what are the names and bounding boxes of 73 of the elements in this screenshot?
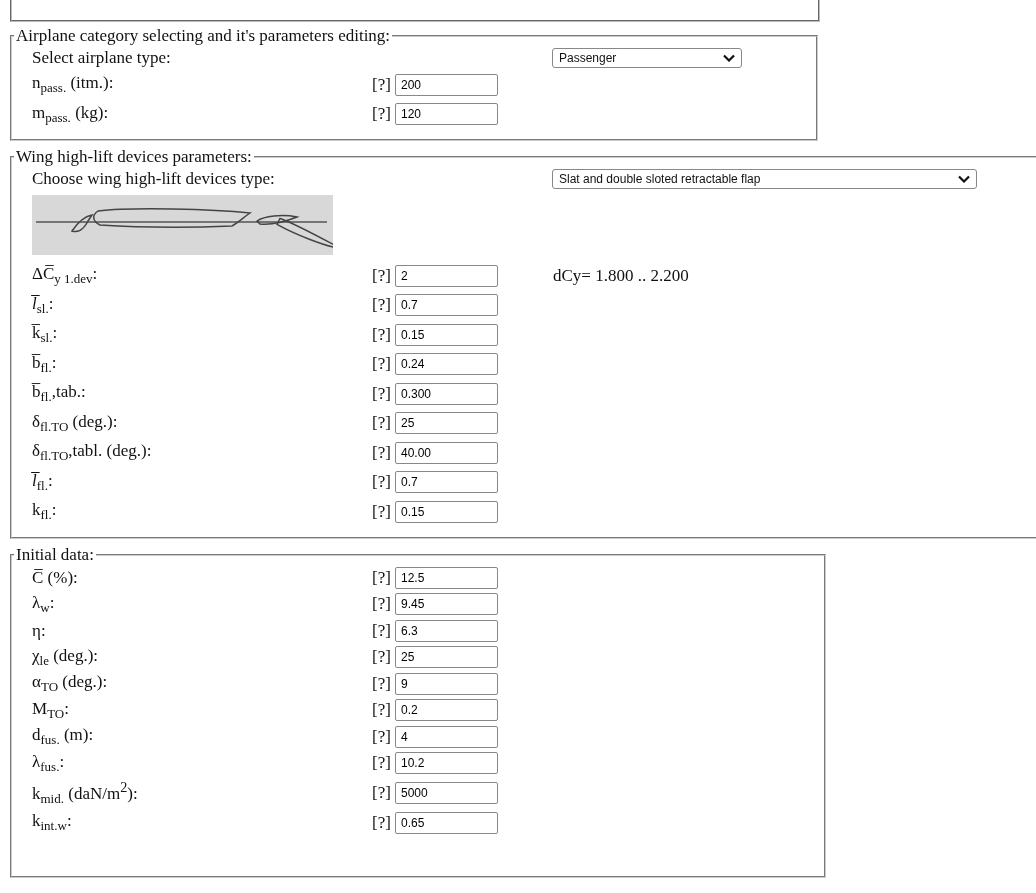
field-label: ΔC̅$_{y 1.dev}$: [32,264,99,288]
input-field[interactable]: 0.300 [395,382,498,405]
input-field[interactable]: 9.45 [395,593,498,616]
help-link[interactable]: [?] [372,567,395,588]
field-label: δ$_{fl.TO}$,tabl. (deg.): [32,441,153,465]
input-field[interactable]: 4 [395,725,498,748]
field-label: b̅$_{fl.}$: [32,352,58,376]
field-label: l̅$_{fl.}$: [32,470,54,494]
caret-icon [958,175,970,183]
help-link[interactable]: [?] [372,700,395,721]
field-label: b̅$_{fl.}$,tab.: [32,382,87,406]
help-link[interactable]: [?] [372,620,395,641]
field-label: χ$_{le}$ (deg.): [32,645,100,669]
field-label: k$_{fl.}$: [32,500,58,524]
input-field[interactable]: 2 [395,264,498,287]
help-link[interactable]: [?] [372,812,395,833]
panel-title: Wing high-lift devices parameters: [15,147,253,167]
field-label: Select airplane type: [32,48,172,68]
field-label: δ$_{fl.TO}$ (deg.): [32,411,119,435]
input-field[interactable]: 10.2 [395,752,498,775]
help-link[interactable]: [?] [372,673,395,694]
help-link[interactable]: [?] [372,726,395,747]
help-link[interactable]: [?] [372,104,395,125]
input-field[interactable]: 0.7 [395,294,498,317]
field-label: C̅ (%): [32,567,79,588]
input-field[interactable]: 9 [395,672,498,695]
dropdown[interactable]: Passenger [552,48,742,68]
panel-title: Initial data: [15,544,95,565]
help-link[interactable]: [?] [372,354,395,375]
field-label: Choose wing high-lift devices type: [32,169,276,189]
panel-title: Airplane category selecting and it's parameters editing: [15,26,392,46]
input-field[interactable]: 0.15 [395,323,498,346]
field-label: n$_{pass.}$ (itm.): [32,73,115,97]
field-label: λ$_{fus.}$: [32,751,66,775]
field-label: λ$_{w}$: [32,592,56,616]
help-link[interactable]: [?] [372,501,395,522]
field-label: m$_{pass.}$ (kg): [32,102,110,126]
field-label: k$_{int.w}$: [32,811,73,835]
input-field[interactable]: 5000 [395,782,498,804]
help-link[interactable]: [?] [372,783,395,803]
help-link[interactable]: [?] [372,295,395,316]
help-link[interactable]: [?] [372,265,395,286]
input-field[interactable]: 40.00 [395,441,498,464]
field-label: k̅$_{sl.}$: [32,323,59,347]
help-link[interactable]: [?] [372,324,395,345]
input-field[interactable]: 0.24 [395,353,498,376]
help-link[interactable]: [?] [372,753,395,774]
input-field[interactable]: 25 [395,646,498,669]
input-field[interactable]: 0.15 [395,500,498,523]
caret-icon [723,54,735,62]
input-field[interactable]: 0.65 [395,811,498,834]
input-field[interactable]: 0.7 [395,471,498,494]
help-link[interactable]: [?] [372,383,395,404]
input-field[interactable]: 0.2 [395,699,498,722]
field-label: d$_{fus.}$ (m): [32,725,95,749]
field-label: η: [32,620,47,641]
help-link[interactable]: [?] [372,442,395,463]
range-text: dCy= 1.800 .. 2.200 [553,265,690,286]
input-field[interactable]: 200 [395,73,498,96]
input-field[interactable]: 12.5 [395,566,498,589]
help-link[interactable]: [?] [372,594,395,615]
input-field[interactable]: 120 [395,103,498,126]
input-field[interactable]: 25 [395,412,498,435]
dropdown[interactable]: Slat and double sloted retractable flap [552,169,977,189]
field-label: M$_{TO}$: [32,698,70,722]
help-link[interactable]: [?] [372,74,395,95]
help-link[interactable]: [?] [372,472,395,493]
field-label: α$_{TO}$ (deg.): [32,672,109,696]
field-label: k$_{mid.}$ (daN/m$^{2}$): [32,778,139,807]
field-label: l̅$_{sl.}$: [32,293,55,317]
help-link[interactable]: [?] [372,413,395,434]
input-field[interactable]: 6.3 [395,619,498,642]
help-link[interactable]: [?] [372,647,395,668]
